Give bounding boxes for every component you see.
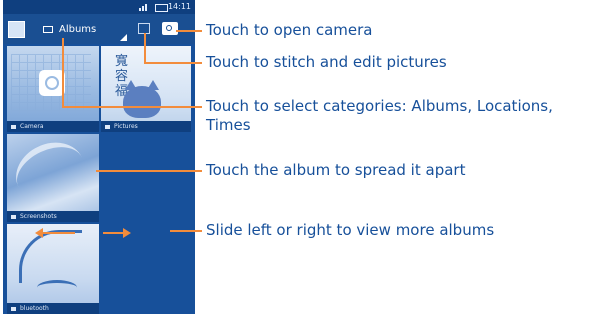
album-caption-text: Pictures	[114, 123, 138, 130]
album-caption: Screenshots	[7, 211, 99, 222]
album-caption-text: bluetooth	[20, 305, 49, 312]
album-caption: Pictures	[101, 121, 191, 132]
callout-select-categories: Touch to select categories: Albums, Loca…	[206, 97, 553, 115]
callout-spread-album: Touch the album to spread it apart	[206, 161, 466, 179]
album-caption: Camera	[7, 121, 99, 132]
swipe-left-arrow-icon	[35, 228, 75, 238]
leader-line-camera	[176, 30, 202, 32]
leader-line-categories	[62, 38, 64, 106]
album-tile-bluetooth[interactable]: bluetooth	[7, 224, 99, 314]
folder-small-icon	[11, 306, 16, 311]
status-time: 14:11	[167, 2, 191, 11]
folder-small-icon	[105, 124, 110, 129]
tree-illustration	[19, 230, 82, 283]
folder-small-icon	[11, 214, 16, 219]
gallery-app-icon[interactable]	[8, 21, 25, 38]
leader-line-stitch-h	[144, 62, 202, 64]
albums-category-dropdown[interactable]: Albums	[35, 19, 127, 41]
leader-line-stitch	[144, 33, 146, 63]
phone-screen: 14:11 Albums Camera 寬容福 Pictures Screens…	[3, 0, 195, 314]
album-caption-text: Screenshots	[20, 213, 57, 220]
album-caption-text: Camera	[20, 123, 44, 130]
bridge-illustration	[37, 280, 77, 295]
album-tile-pictures[interactable]: 寬容福 Pictures	[101, 46, 191, 132]
callout-stitch-edit: Touch to stitch and edit pictures	[206, 53, 447, 71]
dropdown-corner-icon	[120, 34, 127, 41]
camera-icon[interactable]	[162, 22, 178, 35]
action-bar: Albums	[3, 14, 195, 44]
album-caption: bluetooth	[7, 303, 99, 314]
leader-line-spread	[96, 170, 202, 172]
folder-icon	[43, 25, 53, 33]
screenshot-art	[7, 134, 94, 213]
album-tile-screenshots[interactable]: Screenshots	[7, 134, 99, 222]
leader-line-slide	[170, 230, 202, 232]
callout-slide-albums: Slide left or right to view more albums	[206, 221, 495, 239]
signal-icon	[139, 4, 147, 11]
swipe-right-arrow-icon	[103, 228, 131, 238]
status-bar: 14:11	[3, 0, 195, 14]
callout-open-camera: Touch to open camera	[206, 21, 373, 39]
albums-dropdown-label: Albums	[59, 24, 97, 35]
camera-small-icon	[11, 124, 16, 129]
battery-icon	[155, 4, 168, 12]
cat-illustration-icon	[123, 80, 161, 118]
album-tile-camera[interactable]: Camera	[7, 46, 99, 132]
leader-line-categories-h	[62, 106, 202, 108]
callout-select-categories-line2: Times	[206, 116, 251, 134]
